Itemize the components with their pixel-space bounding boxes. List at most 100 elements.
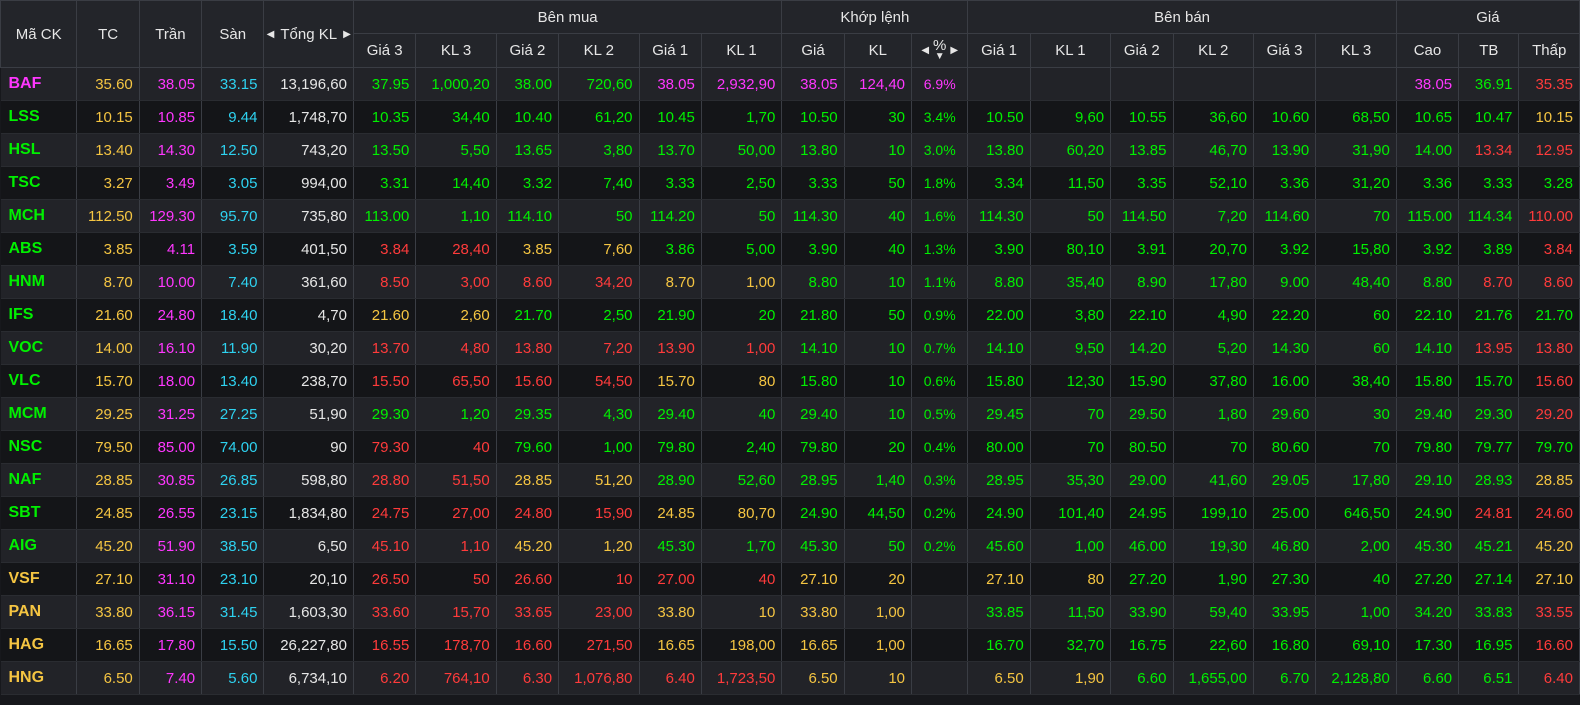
buy-cell: 54,50: [558, 364, 640, 398]
price-cell: 24.81: [1458, 496, 1520, 530]
price-cell: 38.05: [1396, 67, 1460, 101]
tran-cell: 30.85: [139, 463, 203, 497]
buy-cell: 13.50: [353, 133, 417, 167]
pct-right-arrow-icon[interactable]: ▶: [950, 45, 958, 56]
match-cell: 10: [844, 133, 913, 167]
col-tran[interactable]: Trần: [138, 0, 203, 68]
sell-cell: 7,20: [1173, 199, 1254, 233]
sell-cell: 24.95: [1110, 496, 1174, 530]
col-buy-kl2[interactable]: KL 2: [558, 33, 640, 68]
col-buy-gia2[interactable]: Giá 2: [495, 33, 560, 68]
table-row[interactable]: NAF 28.85 30.85 26.85 598,80 28.80 51,50 28.85 5…: [0, 463, 1580, 497]
col-sell-kl3[interactable]: KL 3: [1315, 33, 1397, 68]
table-row[interactable]: LSS 10.15 10.85 9.44 1,748,70 10.35 34,40 10.40…: [0, 100, 1580, 134]
symbol-cell: HNG: [0, 661, 78, 695]
price-cell: 17.30: [1396, 628, 1460, 662]
table-row[interactable]: HAG 16.65 17.80 15.50 26,227,80 16.55 178,70 16…: [0, 628, 1580, 662]
table-row[interactable]: IFS 21.60 24.80 18.40 4,70 21.60 2,60 21.70 2,50…: [0, 298, 1580, 332]
sell-cell: 1,00: [1030, 529, 1112, 563]
sell-cell: [1315, 67, 1397, 101]
san-cell: 23.10: [201, 562, 265, 596]
sell-cell: 45.60: [967, 529, 1031, 563]
table-row[interactable]: HNM 8.70 10.00 7.40 361,60 8.50 3,00 8.60 34,20 8…: [0, 265, 1580, 299]
col-san[interactable]: Sàn: [201, 0, 265, 68]
table-row[interactable]: SBT 24.85 26.55 23.15 1,834,80 24.75 27,00 24.8…: [0, 496, 1580, 530]
buy-cell: 50: [558, 199, 640, 233]
buy-cell: 13.65: [496, 133, 560, 167]
sell-cell: 35,30: [1030, 463, 1112, 497]
col-buy-gia3[interactable]: Giá 3: [352, 33, 417, 68]
buy-cell: 10: [701, 595, 783, 629]
table-row[interactable]: BAF 35.60 38.05 33.15 13,196,60 37.95 1,000,20…: [0, 67, 1580, 101]
arrow-right-icon[interactable]: ▶: [343, 29, 351, 40]
arrow-left-icon[interactable]: ◀: [267, 29, 275, 40]
table-row[interactable]: HSL 13.40 14.30 12.50 743,20 13.50 5,50 13.65 3,…: [0, 133, 1580, 167]
buy-cell: 28.85: [496, 463, 560, 497]
price-cell: 34.20: [1396, 595, 1460, 629]
col-sell-gia2[interactable]: Giá 2: [1110, 33, 1174, 68]
table-row[interactable]: MCH 112.50 129.30 95.70 735,80 113.00 1,10 114.…: [0, 199, 1580, 233]
col-sell-gia3[interactable]: Giá 3: [1252, 33, 1317, 68]
match-cell: 6.9%: [911, 67, 969, 101]
buy-cell: 24.85: [639, 496, 702, 530]
table-row[interactable]: TSC 3.27 3.49 3.05 994,00 3.31 14,40 3.32 7,40 3.…: [0, 166, 1580, 200]
col-match-kl[interactable]: KL: [843, 33, 913, 68]
tc-cell: 33.80: [76, 595, 140, 629]
table-row[interactable]: PAN 33.80 36.15 31.45 1,603,30 33.60 15,70 33.6…: [0, 595, 1580, 629]
col-match-pct[interactable]: ◀ % ▼ ▶: [911, 33, 969, 68]
match-cell: 20: [844, 430, 913, 464]
buy-cell: 3.86: [639, 232, 702, 266]
sell-cell: 3.34: [967, 166, 1031, 200]
buy-cell: 1,00: [701, 331, 783, 365]
col-buy-kl3[interactable]: KL 3: [415, 33, 497, 68]
table-row[interactable]: AIG 45.20 51.90 38.50 6,50 45.10 1,10 45.20 1,20…: [0, 529, 1580, 563]
sell-cell: 19,30: [1173, 529, 1254, 563]
symbol-cell: ABS: [0, 232, 78, 266]
sort-desc-icon[interactable]: ▼: [935, 51, 945, 62]
price-cell: 13.34: [1458, 133, 1520, 167]
buy-cell: 24.80: [496, 496, 560, 530]
buy-cell: 29.40: [639, 397, 702, 431]
col-ma-ck[interactable]: Mã CK: [0, 0, 78, 68]
buy-cell: 26.60: [496, 562, 560, 596]
col-match-gia[interactable]: Giá: [781, 33, 845, 68]
sell-cell: 9,50: [1030, 331, 1112, 365]
table-row[interactable]: VSF 27.10 31.10 23.10 20,10 26.50 50 26.60 10 27.…: [0, 562, 1580, 596]
sell-cell: 15.80: [967, 364, 1031, 398]
col-price-tb[interactable]: TB: [1458, 33, 1520, 68]
col-sell-gia1[interactable]: Giá 1: [967, 33, 1031, 68]
buy-cell: 23,00: [558, 595, 640, 629]
sell-cell: 48,40: [1315, 265, 1397, 299]
sell-cell: 41,60: [1173, 463, 1254, 497]
match-cell: 0.5%: [911, 397, 969, 431]
sell-cell: [1030, 67, 1112, 101]
col-sell-kl1[interactable]: KL 1: [1029, 33, 1112, 68]
col-buy-kl1[interactable]: KL 1: [700, 33, 783, 68]
sell-cell: 17,80: [1315, 463, 1397, 497]
table-row[interactable]: MCM 29.25 31.25 27.25 51,90 29.30 1,20 29.35 4,3…: [0, 397, 1580, 431]
table-row[interactable]: NSC 79.50 85.00 74.00 90 79.30 40 79.60 1,00 79.8…: [0, 430, 1580, 464]
table-row[interactable]: ABS 3.85 4.11 3.59 401,50 3.84 28,40 3.85 7,60 3.…: [0, 232, 1580, 266]
table-row[interactable]: VLC 15.70 18.00 13.40 238,70 15.50 65,50 15.60 5…: [0, 364, 1580, 398]
buy-cell: 2,50: [701, 166, 783, 200]
sell-cell: 1,655,00: [1173, 661, 1254, 695]
buy-cell: 61,20: [558, 100, 640, 134]
buy-cell: 34,40: [415, 100, 497, 134]
pct-left-arrow-icon[interactable]: ◀: [921, 45, 929, 56]
col-tc[interactable]: TC: [76, 0, 140, 68]
col-tong-kl[interactable]: ◀ Tổng KL ▶: [263, 0, 354, 68]
buy-cell: 16.60: [496, 628, 560, 662]
table-row[interactable]: HNG 6.50 7.40 5.60 6,734,10 6.20 764,10 6.30 1,0…: [0, 661, 1580, 695]
tc-cell: 6.50: [76, 661, 140, 695]
sell-cell: 3.36: [1253, 166, 1317, 200]
buy-cell: 6.20: [353, 661, 417, 695]
buy-cell: 1,10: [415, 529, 497, 563]
col-buy-gia1[interactable]: Giá 1: [638, 33, 702, 68]
buy-cell: 3.32: [496, 166, 560, 200]
col-sell-kl2[interactable]: KL 2: [1172, 33, 1254, 68]
symbol-cell: MCM: [0, 397, 78, 431]
col-price-cao[interactable]: Cao: [1395, 33, 1460, 68]
col-price-thap[interactable]: Thấp: [1518, 33, 1580, 68]
table-row[interactable]: VOC 14.00 16.10 11.90 30,20 13.70 4,80 13.80 7,2…: [0, 331, 1580, 365]
sell-cell: 60: [1315, 331, 1397, 365]
